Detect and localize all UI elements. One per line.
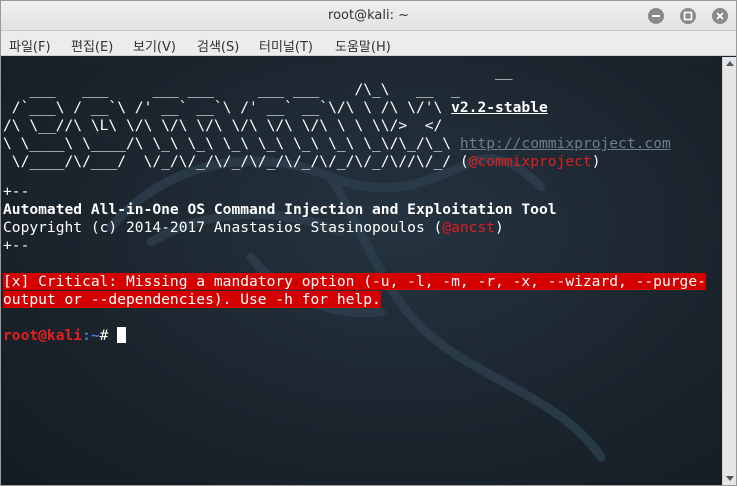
prompt-user: root@kali bbox=[3, 327, 83, 344]
separator-line: +-- bbox=[3, 237, 30, 254]
prompt-path: :~ bbox=[82, 327, 100, 344]
error-message: [x] Critical: Missing a mandatory option… bbox=[3, 273, 706, 290]
minimize-icon bbox=[652, 15, 660, 17]
close-icon bbox=[716, 12, 724, 20]
shell-prompt[interactable]: root@kali:~# bbox=[3, 327, 127, 345]
scroll-up-icon[interactable] bbox=[726, 61, 734, 66]
terminal-area[interactable]: __ ___ ___ ___ ___ ___ ___ /\_\ __ _ /`_… bbox=[1, 57, 722, 485]
author-handle: @ancst bbox=[442, 219, 496, 236]
banner-line-3: /`___\ / __`\ /' __` __`\ /' __` __`\/\ … bbox=[3, 99, 548, 117]
prompt-symbol: # bbox=[99, 327, 118, 344]
menu-file[interactable]: 파일(F) bbox=[9, 36, 51, 55]
maximize-icon bbox=[683, 11, 693, 21]
scroll-down-icon[interactable] bbox=[726, 476, 734, 481]
banner-line-4: /\ \__//\ \L\ \/\ \/\ \/\ \/\ \/\ \/\ \ … bbox=[3, 117, 443, 134]
menu-edit[interactable]: 편집(E) bbox=[71, 36, 113, 55]
version-label: v2.2-stable bbox=[451, 99, 548, 116]
menu-view[interactable]: 보기(V) bbox=[133, 36, 176, 55]
banner-text-6: \/____/\/___/ \/_/\/_/\/_/\/_/\/_/\/_/\/… bbox=[3, 153, 452, 170]
banner-text-3: /`___\ / __`\ /' __` __`\ /' __` __`\/\ … bbox=[3, 99, 443, 116]
banner-line-5: \ \____\ \____/\ \_\ \_\ \_\ \_\ \_\ \_\… bbox=[3, 135, 671, 153]
website-link[interactable]: http://commixproject.com bbox=[460, 135, 671, 152]
tool-name-line: Automated All-in-One OS Command Injectio… bbox=[3, 201, 557, 218]
maximize-button[interactable] bbox=[680, 8, 696, 24]
banner-line-6: \/____/\/___/ \/_/\/_/\/_/\/_/\/_/\/_/\/… bbox=[3, 153, 601, 170]
separator-line: +-- bbox=[3, 183, 30, 200]
error-message: output or --dependencies). Use -h for he… bbox=[3, 291, 381, 308]
error-line-2: output or --dependencies). Use -h for he… bbox=[3, 291, 381, 309]
menu-terminal[interactable]: 터미널(T) bbox=[259, 36, 313, 55]
minimize-button[interactable] bbox=[648, 8, 664, 24]
menu-bar: 파일(F) 편집(E) 보기(V) 검색(S) 터미널(T) 도움말(H) bbox=[1, 31, 736, 56]
title-bar[interactable]: root@kali: ~ bbox=[1, 1, 736, 31]
error-line-1: [x] Critical: Missing a mandatory option… bbox=[3, 273, 706, 291]
banner-text-5: \ \____\ \____/\ \_\ \_\ \_\ \_\ \_\ \_\… bbox=[3, 135, 452, 152]
close-button[interactable] bbox=[712, 8, 728, 24]
window-title: root@kali: ~ bbox=[328, 8, 409, 23]
menu-search[interactable]: 검색(S) bbox=[197, 36, 239, 55]
text-cursor bbox=[117, 327, 127, 343]
banner-line-1: __ bbox=[3, 63, 513, 80]
twitter-handle: @commixproject bbox=[468, 153, 592, 170]
vertical-scrollbar[interactable] bbox=[722, 57, 736, 485]
terminal-window: root@kali: ~ 파일(F) 편집(E) 보기(V) 검색(S) 터미널… bbox=[0, 0, 737, 486]
banner-line-2: ___ ___ ___ ___ ___ ___ /\_\ __ _ bbox=[3, 81, 460, 98]
copyright-line: Copyright (c) 2014-2017 Anastasios Stasi… bbox=[3, 219, 504, 236]
menu-help[interactable]: 도움말(H) bbox=[335, 36, 391, 55]
